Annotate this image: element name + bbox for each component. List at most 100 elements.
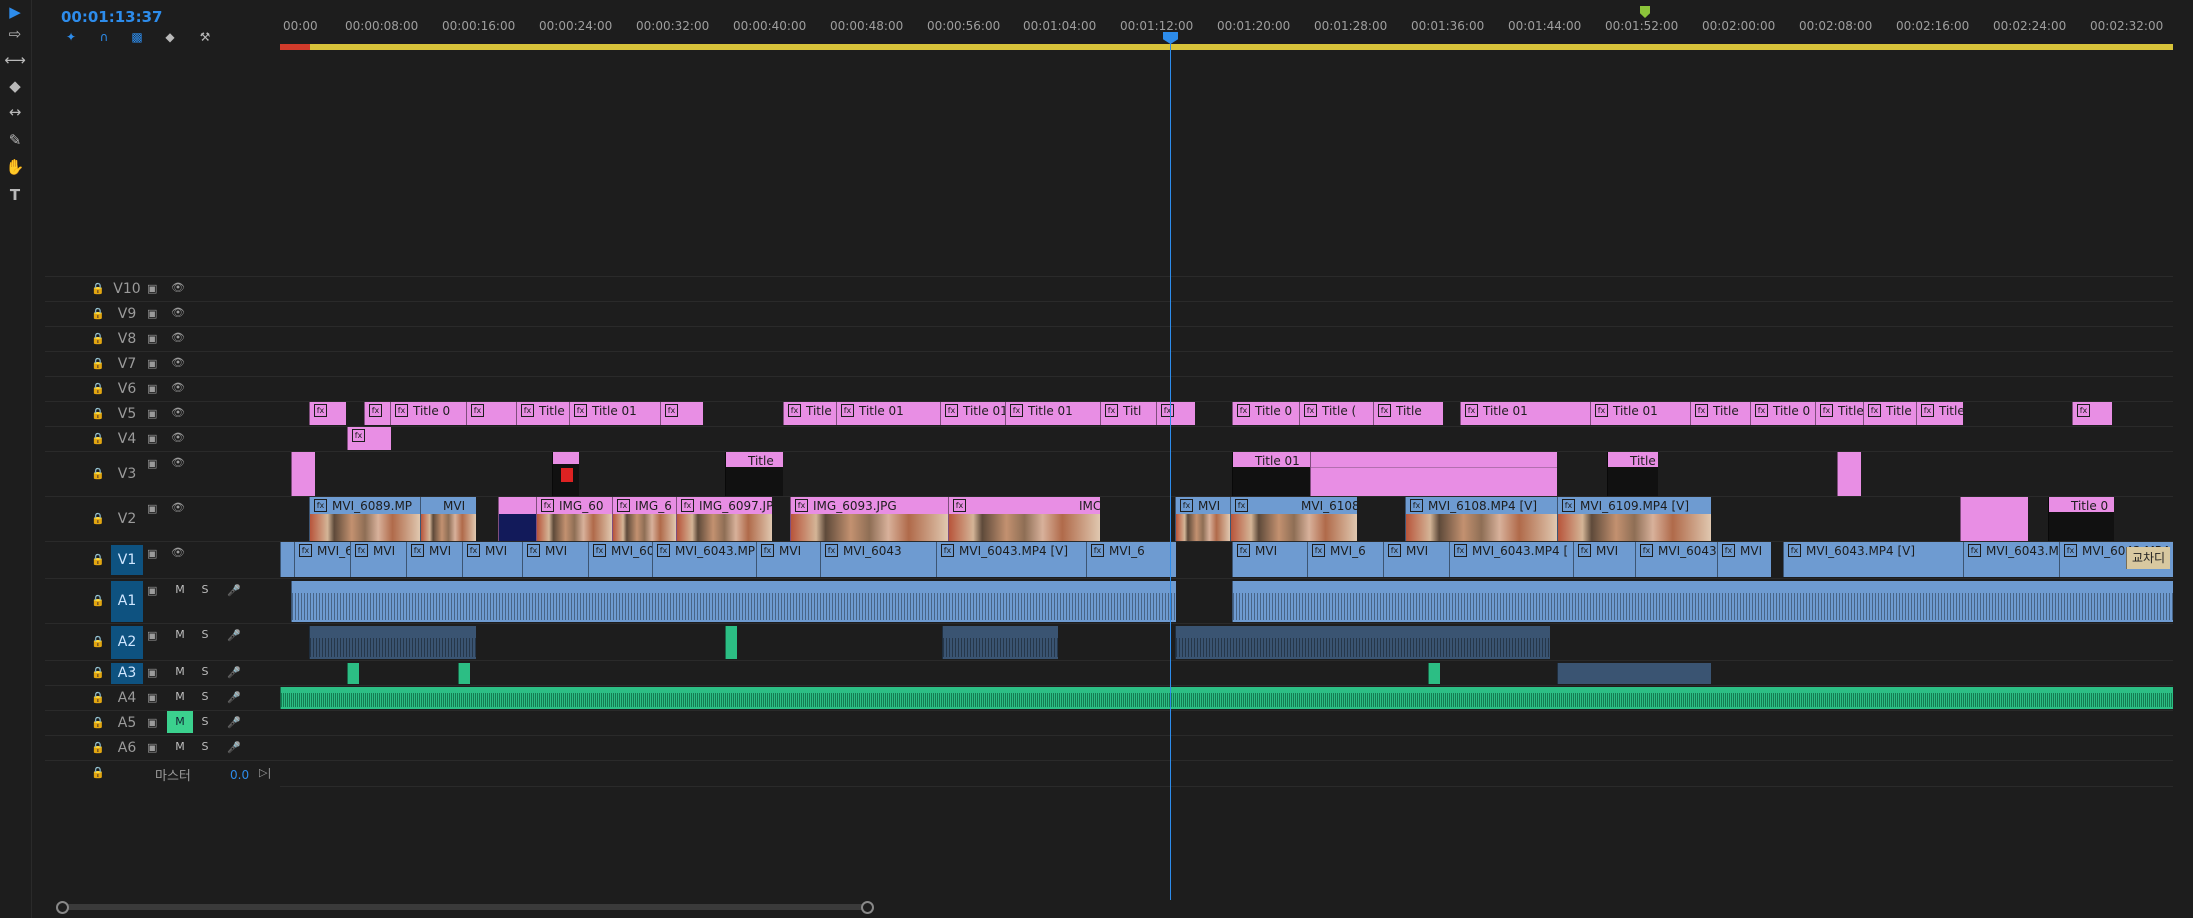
title-clip[interactable]: fx Title bbox=[516, 402, 569, 425]
lane-v4[interactable]: fx bbox=[280, 426, 2173, 452]
slip-icon[interactable]: ↔ bbox=[2, 100, 28, 124]
audio-clip[interactable] bbox=[309, 626, 476, 659]
wrench-icon[interactable]: ⚒ bbox=[195, 30, 215, 48]
sync-lock-icon[interactable]: ▣ bbox=[147, 691, 157, 704]
solo-button[interactable]: S bbox=[192, 624, 218, 646]
image-clip[interactable]: fx IMC bbox=[948, 497, 1100, 541]
lock-icon[interactable]: 🔒 bbox=[91, 716, 105, 729]
audio-clip[interactable] bbox=[1232, 581, 2173, 622]
solo-button[interactable]: S bbox=[192, 579, 218, 601]
sync-lock-icon[interactable]: ▣ bbox=[147, 282, 157, 295]
track-select-icon[interactable]: ⇨ bbox=[2, 22, 28, 46]
sync-lock-icon[interactable]: ▣ bbox=[147, 407, 157, 420]
video-clip[interactable]: fx MVI_6043.M bbox=[1635, 542, 1717, 577]
video-clip[interactable]: fx MVI bbox=[462, 542, 522, 577]
track-name[interactable]: A6 bbox=[111, 740, 143, 756]
type-icon[interactable]: T bbox=[2, 183, 28, 207]
video-clip[interactable]: fx MVI_6043.M bbox=[1963, 542, 2059, 577]
video-clip[interactable]: fx MVI_6089.MP bbox=[309, 497, 420, 541]
video-clip[interactable]: fx MVI_6108.MP4 [V] bbox=[1405, 497, 1557, 541]
track-name[interactable]: V5 bbox=[111, 406, 143, 422]
title-clip[interactable]: Title 0 bbox=[2048, 497, 2114, 541]
video-clip[interactable]: fx MVI_6043 bbox=[820, 542, 936, 577]
lock-icon[interactable]: 🔒 bbox=[91, 594, 105, 607]
lock-icon[interactable]: 🔒 bbox=[91, 512, 105, 525]
eye-icon[interactable]: 👁 bbox=[171, 406, 185, 419]
video-clip[interactable]: fx MVI bbox=[1573, 542, 1635, 577]
video-clip[interactable]: fx MVI_60 bbox=[294, 542, 350, 577]
sync-lock-icon[interactable]: ▣ bbox=[147, 741, 157, 754]
track-name[interactable]: V9 bbox=[111, 306, 143, 322]
title-clip[interactable]: fx Title bbox=[783, 402, 836, 425]
solo-button[interactable]: S bbox=[192, 736, 218, 758]
audio-clip[interactable] bbox=[942, 626, 1058, 659]
video-clip[interactable]: fx MVI bbox=[1175, 497, 1230, 541]
track-header-v6[interactable]: 🔒 V6 ▣ 👁 bbox=[45, 376, 280, 402]
audio-clip[interactable] bbox=[458, 663, 470, 684]
audio-clip[interactable] bbox=[725, 626, 737, 659]
title-clip[interactable]: Title bbox=[725, 452, 783, 496]
image-clip[interactable]: fx IMG_6097.JP bbox=[676, 497, 772, 541]
sync-lock-icon[interactable]: ▣ bbox=[147, 716, 157, 729]
music-clip[interactable] bbox=[280, 687, 2173, 709]
track-header-v2[interactable]: 🔒 V2 ▣ 👁 bbox=[45, 496, 280, 542]
lock-icon[interactable]: 🔒 bbox=[91, 553, 105, 566]
ripple-edit-icon[interactable]: ⟷ bbox=[2, 48, 28, 72]
track-header-a3[interactable]: 🔒 A3 ▣ M S 🎤 bbox=[45, 660, 280, 686]
microphone-icon[interactable]: 🎤 bbox=[227, 741, 241, 754]
solo-button[interactable]: S bbox=[192, 711, 218, 733]
lane-v7[interactable] bbox=[280, 351, 2173, 377]
microphone-icon[interactable]: 🎤 bbox=[227, 584, 241, 597]
lane-a5[interactable] bbox=[280, 710, 2173, 736]
title-clip[interactable]: fx Title bbox=[1373, 402, 1443, 425]
pen-icon[interactable]: ✎ bbox=[2, 128, 28, 152]
image-clip[interactable]: fx IMG_6093.JPG bbox=[790, 497, 948, 541]
track-header-master[interactable]: 🔒 마스터 0.0 ▷| bbox=[45, 760, 280, 786]
sync-lock-icon[interactable]: ▣ bbox=[147, 307, 157, 320]
lock-icon[interactable]: 🔒 bbox=[91, 332, 105, 345]
lock-icon[interactable]: 🔒 bbox=[91, 432, 105, 445]
track-header-a4[interactable]: 🔒 A4 ▣ M S 🎤 bbox=[45, 685, 280, 711]
video-clip[interactable]: fx MVI bbox=[406, 542, 462, 577]
eye-icon[interactable]: 👁 bbox=[171, 546, 185, 559]
track-header-v10[interactable]: 🔒 V10 ▣ 👁 bbox=[45, 276, 280, 302]
track-header-a5[interactable]: 🔒 A5 ▣ M S 🎤 bbox=[45, 710, 280, 736]
sync-lock-icon[interactable]: ▣ bbox=[147, 666, 157, 679]
title-clip[interactable]: Title bbox=[1607, 452, 1658, 496]
title-clip[interactable] bbox=[1837, 452, 1861, 496]
title-clip[interactable]: fx Title 01 bbox=[940, 402, 1005, 425]
track-name[interactable]: A3 bbox=[111, 663, 143, 684]
title-clip[interactable]: fx Title 01 bbox=[1460, 402, 1590, 425]
title-clip[interactable] bbox=[291, 452, 315, 496]
title-clip[interactable]: fx Title 01 bbox=[1590, 402, 1690, 425]
lane-v9[interactable] bbox=[280, 301, 2173, 327]
lock-icon[interactable]: 🔒 bbox=[91, 766, 105, 779]
track-name[interactable]: A5 bbox=[111, 715, 143, 731]
track-name[interactable]: A4 bbox=[111, 690, 143, 706]
video-clip[interactable]: fx MVI bbox=[1232, 542, 1307, 577]
eye-icon[interactable]: 👁 bbox=[171, 456, 185, 469]
image-clip[interactable]: fx IMG_60 bbox=[536, 497, 612, 541]
hand-icon[interactable]: ✋ bbox=[2, 155, 28, 179]
video-clip[interactable] bbox=[498, 497, 536, 541]
title-clip[interactable]: fx bbox=[1156, 402, 1195, 425]
title-clip[interactable]: fx Title bbox=[1690, 402, 1750, 425]
lane-v1[interactable]: fx MVI_60 fx MVI fx MVI fx MVI fx MVI fx MVI_6… bbox=[280, 541, 2173, 579]
sync-lock-icon[interactable]: ▣ bbox=[147, 457, 157, 470]
selection-tool-icon[interactable]: ▶ bbox=[2, 0, 28, 24]
mute-button[interactable]: M bbox=[167, 686, 193, 708]
title-clip[interactable]: fx Title 01 bbox=[836, 402, 940, 425]
master-volume-value[interactable]: 0.0 bbox=[230, 768, 249, 782]
lock-icon[interactable]: 🔒 bbox=[91, 307, 105, 320]
track-header-v3[interactable]: 🔒 V3 ▣ 👁 bbox=[45, 451, 280, 497]
track-name[interactable]: V3 bbox=[111, 466, 143, 482]
video-clip[interactable]: fx MVI_6043.MP4 [ bbox=[1449, 542, 1573, 577]
sync-lock-icon[interactable]: ▣ bbox=[147, 629, 157, 642]
video-clip[interactable]: fx MVI_6108.MP4 [V] bbox=[1230, 497, 1357, 541]
microphone-icon[interactable]: 🎤 bbox=[227, 716, 241, 729]
audio-clip[interactable] bbox=[1175, 626, 1550, 659]
audio-clip[interactable] bbox=[1428, 663, 1440, 684]
lock-icon[interactable]: 🔒 bbox=[91, 666, 105, 679]
video-clip[interactable]: fx MVI bbox=[350, 542, 406, 577]
video-clip[interactable]: fx MVI_6 bbox=[1307, 542, 1383, 577]
